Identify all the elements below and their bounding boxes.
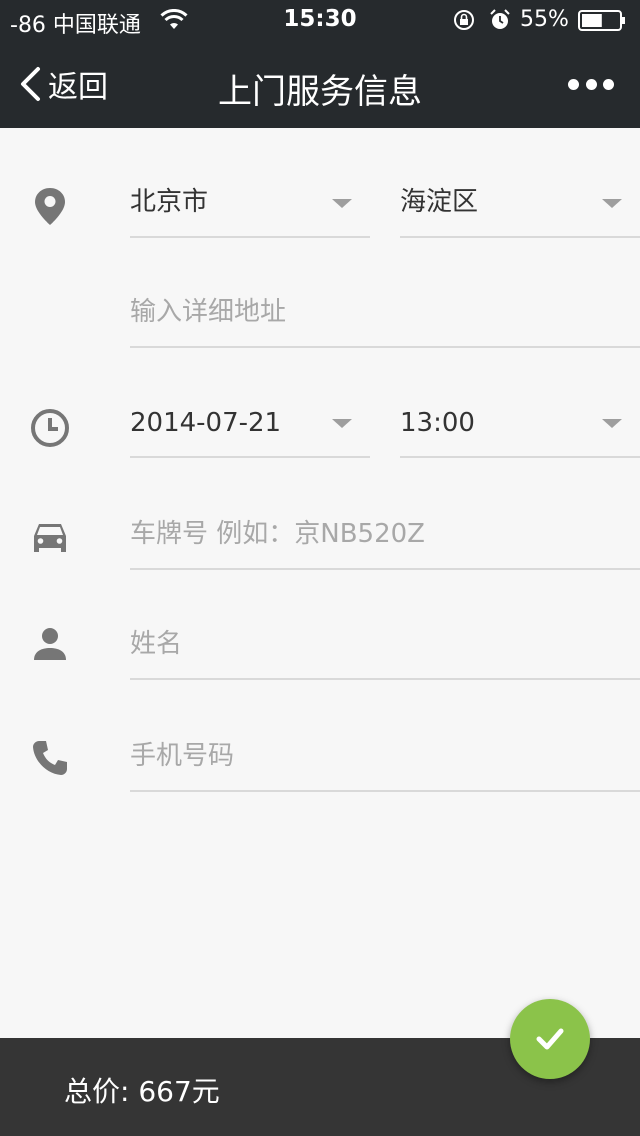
page-title: 上门服务信息	[218, 72, 422, 112]
more-dot	[585, 78, 597, 90]
total-price: 总价: 667元	[64, 1070, 220, 1110]
city-select[interactable]: 北京市	[130, 170, 370, 238]
phone-placeholder: 手机号码	[130, 741, 235, 771]
chevron-down-icon	[332, 199, 352, 208]
more-button[interactable]	[568, 70, 614, 98]
chevron-down-icon	[602, 419, 622, 428]
name-placeholder: 姓名	[130, 629, 183, 659]
car-icon	[34, 524, 66, 552]
district-select[interactable]: 海淀区	[400, 170, 640, 238]
location-pin-icon	[35, 188, 65, 225]
battery-percent: 55%	[520, 7, 569, 32]
total-label: 总价:	[64, 1075, 130, 1108]
phone-input[interactable]: 手机号码	[130, 724, 640, 792]
clock-icon	[31, 409, 69, 447]
more-dot	[568, 78, 579, 90]
more-dot	[603, 78, 614, 90]
name-input[interactable]: 姓名	[130, 612, 640, 680]
time-select[interactable]: 13:00	[400, 390, 640, 458]
chevron-down-icon	[332, 419, 352, 428]
chevron-down-icon	[602, 199, 622, 208]
city-value: 北京市	[130, 187, 209, 217]
top-bar: -86 中国联通 15:30 55% 返回 上门服务信息	[0, 0, 640, 128]
person-icon	[34, 628, 66, 660]
plate-placeholder: 车牌号 例如：京NB520Z	[130, 519, 425, 549]
battery-icon	[578, 10, 625, 31]
battery-fill	[582, 14, 602, 27]
rotation-lock-icon	[454, 10, 474, 30]
status-bar: -86 中国联通 15:30 55%	[0, 0, 640, 40]
date-select[interactable]: 2014-07-21	[130, 390, 370, 458]
address-placeholder: 输入详细地址	[130, 297, 287, 327]
district-value: 海淀区	[400, 187, 479, 217]
confirm-button[interactable]	[510, 999, 590, 1079]
address-input[interactable]: 输入详细地址	[130, 280, 640, 348]
alarm-icon	[490, 9, 510, 29]
time-value: 13:00	[400, 408, 475, 438]
plate-input[interactable]: 车牌号 例如：京NB520Z	[130, 502, 640, 570]
phone-icon	[33, 741, 67, 775]
date-value: 2014-07-21	[130, 408, 282, 438]
checkmark-icon	[536, 1028, 564, 1050]
nav-bar: 返回 上门服务信息	[0, 40, 640, 128]
total-value: 667元	[138, 1075, 220, 1108]
